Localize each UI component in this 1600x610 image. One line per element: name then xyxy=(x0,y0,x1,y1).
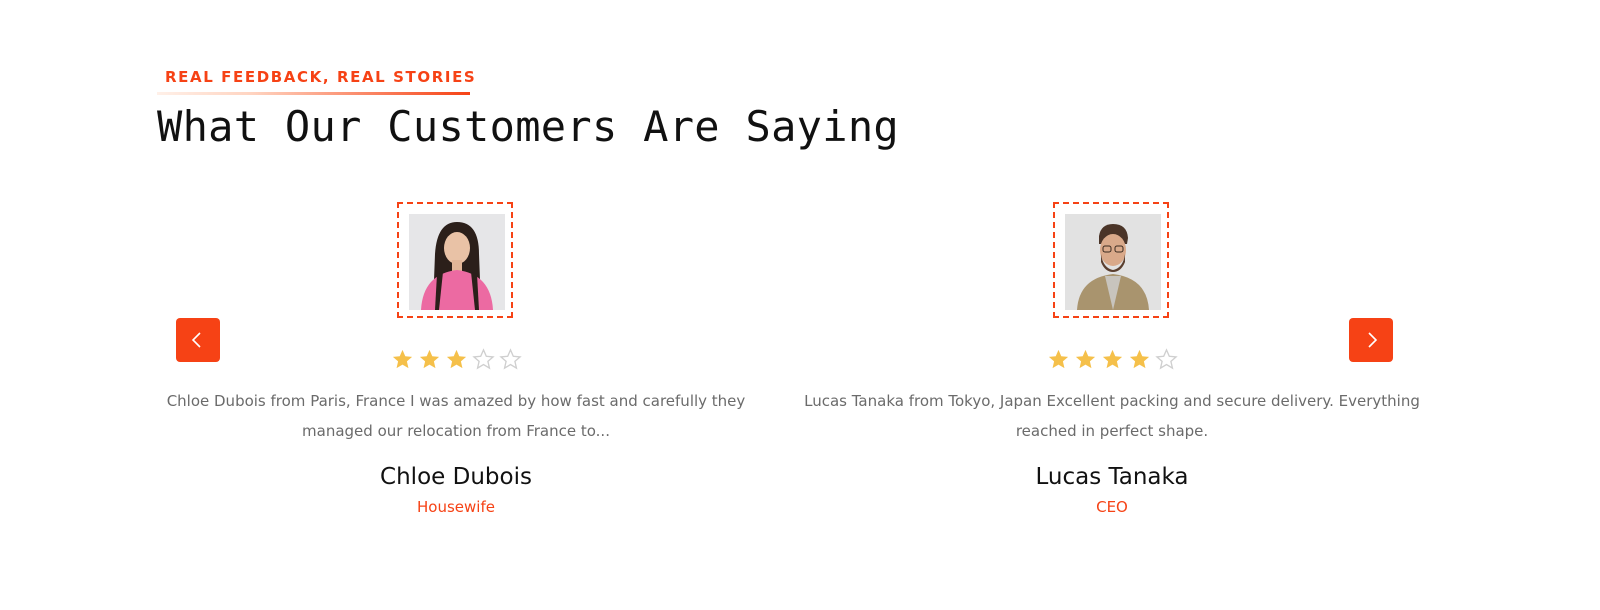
section-title: What Our Customers Are Saying xyxy=(157,102,899,151)
chevron-right-icon xyxy=(1368,332,1378,348)
star-filled-icon xyxy=(446,349,466,369)
eyebrow-text: REAL FEEDBACK, REAL STORIES xyxy=(165,68,477,86)
star-filled-icon xyxy=(1048,349,1068,369)
star-filled-icon xyxy=(392,349,412,369)
star-filled-icon xyxy=(419,349,439,369)
testimonial-name: Lucas Tanaka xyxy=(1035,464,1189,490)
star-empty-icon xyxy=(498,348,522,370)
man-avatar-icon xyxy=(1065,214,1161,310)
testimonial-quote: Chloe Dubois from Paris, France I was am… xyxy=(166,392,746,440)
star-filled-icon xyxy=(1075,349,1095,369)
avatar xyxy=(1065,214,1161,310)
avatar-frame xyxy=(1053,202,1169,318)
eyebrow-underline xyxy=(157,92,470,95)
section-eyebrow: REAL FEEDBACK, REAL STORIES xyxy=(157,64,475,96)
testimonial-role: CEO xyxy=(1096,498,1128,516)
star-empty-icon xyxy=(471,348,495,370)
avatar xyxy=(409,214,505,310)
testimonial-name: Chloe Dubois xyxy=(380,464,532,490)
carousel-next-button[interactable] xyxy=(1349,318,1393,362)
star-empty-icon xyxy=(1154,348,1178,370)
star-filled-icon xyxy=(1129,349,1149,369)
star-filled-icon xyxy=(1102,349,1122,369)
testimonial-role: Housewife xyxy=(417,498,495,516)
testimonial-quote: Lucas Tanaka from Tokyo, Japan Excellent… xyxy=(804,392,1420,440)
rating-stars xyxy=(782,348,1442,371)
rating-stars xyxy=(126,348,786,371)
avatar-frame xyxy=(397,202,513,318)
chevron-left-icon xyxy=(191,332,201,348)
woman-avatar-icon xyxy=(409,214,505,310)
testimonials-section: REAL FEEDBACK, REAL STORIES What Our Cus… xyxy=(0,0,1600,610)
